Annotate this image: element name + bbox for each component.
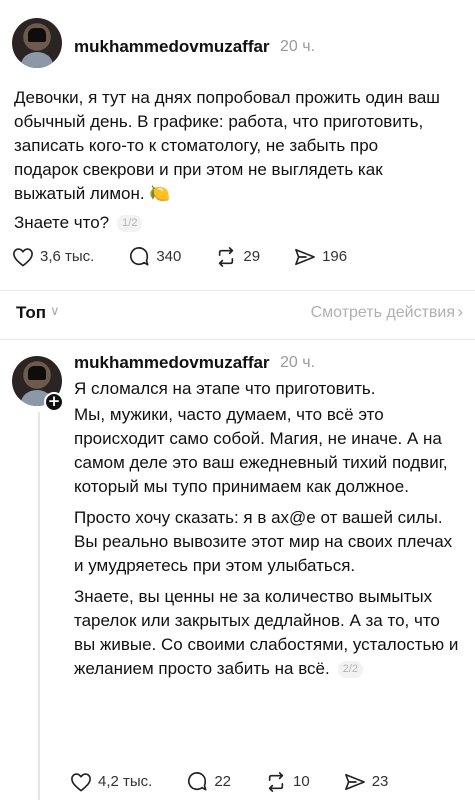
comment-icon xyxy=(130,247,149,266)
post-text: Я сломался на этапе что приготовить. Мы,… xyxy=(74,377,464,688)
repost-button[interactable]: 10 xyxy=(265,771,310,792)
like-button[interactable]: 3,6 тыс. xyxy=(12,247,94,267)
post-closing-text: Знаете что? xyxy=(14,213,110,232)
repost-count: 29 xyxy=(243,248,261,265)
post-actions: 3,6 тыс. 340 29 196 xyxy=(12,246,381,267)
repost-button[interactable]: 29 xyxy=(215,246,261,267)
comment-button[interactable]: 340 xyxy=(128,246,181,267)
post-paragraph: Знаете, вы ценны не за количество вымыты… xyxy=(74,585,464,681)
post-paragraph: Девочки, я тут на днях попробовал прожит… xyxy=(14,88,440,203)
heart-icon xyxy=(71,772,91,791)
repost-count: 10 xyxy=(293,773,310,790)
like-count: 3,6 тыс. xyxy=(40,248,95,265)
post-paragraph: Просто хочу сказать: я в ах@е от вашей с… xyxy=(74,508,453,575)
post-actions: 4,2 тыс. 22 10 23 xyxy=(70,771,422,792)
share-count: 196 xyxy=(322,248,348,265)
plus-icon[interactable]: + xyxy=(44,392,64,412)
post-paragraph: Знаете что? 1/2 xyxy=(14,211,444,235)
like-count: 4,2 тыс. xyxy=(98,773,153,790)
post-last-paragraph: Знаете, вы ценны не за количество вымыты… xyxy=(74,587,459,678)
repost-icon xyxy=(219,246,234,267)
repost-icon xyxy=(268,771,284,792)
chevron-right-icon[interactable]: › xyxy=(457,302,463,322)
post-card: mukhammedovmuzaffar 20 ч. Девочки, я тут… xyxy=(0,0,475,290)
share-button[interactable]: 23 xyxy=(344,772,389,792)
post-paragraph: Я сломался на этапе что приготовить. xyxy=(74,379,376,398)
post-time: 20 ч. xyxy=(280,354,316,371)
comment-icon xyxy=(188,772,207,791)
page-indicator: 1/2 xyxy=(117,215,143,233)
view-activity-link[interactable]: Смотреть действия xyxy=(311,304,455,322)
like-button[interactable]: 4,2 тыс. xyxy=(70,772,152,792)
heart-icon xyxy=(13,247,33,266)
thread-line xyxy=(38,412,40,800)
avatar[interactable] xyxy=(12,18,62,68)
share-count: 23 xyxy=(371,773,389,790)
share-button[interactable]: 196 xyxy=(294,247,347,267)
username[interactable]: mukhammedovmuzaffar xyxy=(74,37,270,57)
comment-count: 340 xyxy=(156,248,182,265)
username[interactable]: mukhammedovmuzaffar xyxy=(74,353,270,373)
sort-dropdown[interactable]: Топ xyxy=(16,303,46,323)
post-time: 20 ч. xyxy=(280,38,316,55)
post-text: Девочки, я тут на днях попробовал прожит… xyxy=(14,86,444,242)
post-paragraph: Мы, мужики, часто думаем, что всё это пр… xyxy=(74,405,448,496)
comment-count: 22 xyxy=(214,773,232,790)
share-icon xyxy=(295,248,315,265)
reply-post-card: + mukhammedovmuzaffar 20 ч. Я сломался н… xyxy=(0,340,475,800)
share-icon xyxy=(344,773,365,790)
replies-sort-bar: Топ ∨ Смотреть действия › xyxy=(0,291,475,339)
chevron-down-icon[interactable]: ∨ xyxy=(50,303,60,319)
comment-button[interactable]: 22 xyxy=(186,771,231,792)
page-indicator: 2/2 xyxy=(337,661,364,679)
